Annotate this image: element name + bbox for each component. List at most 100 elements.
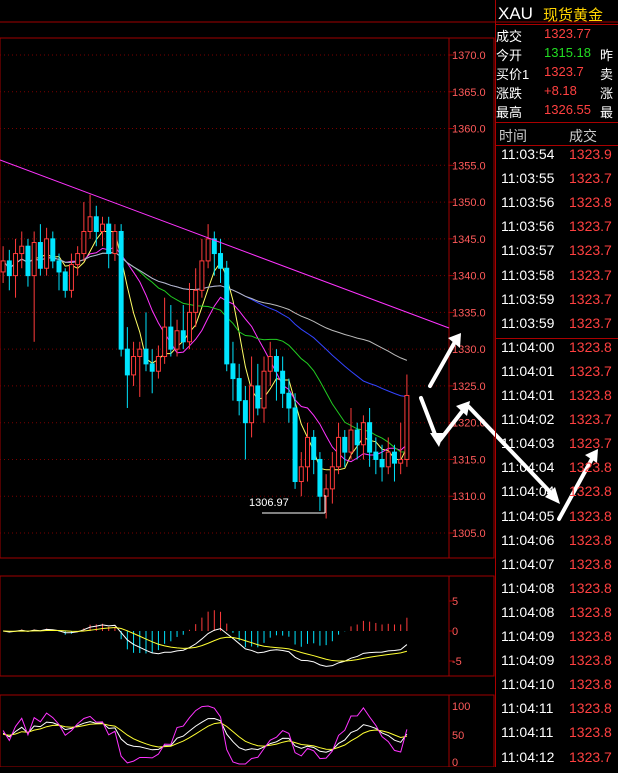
tick-row[interactable]: 11:04:09 1323.8 [499,628,618,652]
price-axis-label: 1365.0 [452,87,486,99]
candle-down [255,385,261,409]
candle-up [329,466,335,490]
price-axis-label: 1325.0 [452,381,486,393]
tick-time: 11:04:08 [501,603,555,620]
candle-down [218,253,224,269]
candle-down [242,400,248,424]
tick-row[interactable]: 11:04:10 1323.8 [499,676,618,700]
kdj-indicator [2,705,408,765]
quote-value: 1315.18 [544,45,591,60]
tick-time: 11:03:54 [501,146,555,162]
macd-axis-labels: 5 0 -5 [449,596,462,668]
tick-row[interactable]: 11:04:07 1323.8 [499,556,618,580]
candle-down [367,422,373,453]
candle-up [385,451,391,468]
quote-label-2: 最 [600,105,614,120]
price-axis-label: 1330.0 [452,344,486,356]
candle-up [131,356,137,376]
candle-up [305,436,310,468]
quote-row-change: 涨跌 +8.18 涨 [496,83,618,102]
tick-row[interactable]: 11:04:08 1323.8 [499,604,618,628]
kdj-axis-label: 0 [452,757,458,767]
macd-axis-label: -5 [452,656,462,668]
candle-down [230,363,236,380]
tick-row[interactable]: 11:04:11 1323.8 [499,700,618,724]
candle-down [25,245,31,277]
price-axis-label: 1360.0 [452,124,486,136]
candle-down [168,326,174,350]
tick-row[interactable]: 11:04:08 1323.8 [499,580,618,604]
candle-up [44,238,50,269]
tick-time: 11:04:01 [501,362,555,379]
tick-row[interactable]: 11:03:55 1323.7 [499,170,618,194]
candle-down [391,451,397,464]
tick-row[interactable]: 11:04:04 1323.8 [499,459,618,483]
tick-row[interactable]: 11:04:00 1323.8 [499,339,618,363]
tick-row[interactable]: 11:04:01 1323.8 [499,387,618,411]
tick-row[interactable]: 11:03:59 1323.7 [499,291,618,315]
tick-price: 1323.7 [569,435,612,452]
tick-price: 1323.7 [569,266,612,283]
quote-label: 成交 [496,29,523,44]
candle-down [93,216,99,232]
candle-down [50,238,56,262]
moving-averages [2,231,408,471]
symbol-name: 现货黄金 [543,7,604,24]
tick-time: 11:03:57 [501,242,555,259]
candle-down [317,458,323,497]
candle-up [31,242,37,277]
tick-time: 11:04:09 [501,652,555,669]
quote-row-high: 最高 1326.55 最 [496,102,618,121]
tick-row[interactable]: 11:03:58 1323.7 [499,267,618,291]
tick-row[interactable]: 11:03:59 1323.7 [499,315,618,339]
macd-panel [0,575,495,677]
candle-up [68,264,74,291]
price-axis-label: 1355.0 [452,160,486,172]
quote-value: 1323.77 [544,26,591,41]
macd-indicator [3,610,408,667]
tick-time: 11:03:56 [501,218,555,235]
candle-up [155,356,161,372]
tick-row[interactable]: 11:04:06 1323.8 [499,532,618,556]
tick-row[interactable]: 11:04:12 1323.7 [499,749,618,773]
tick-row[interactable]: 11:04:05 1323.8 [499,508,618,532]
kdj-panel [0,694,495,767]
quote-label: 最高 [496,105,523,120]
tick-row[interactable]: 11:03:57 1323.7 [499,242,618,266]
tick-price: 1323.9 [569,146,612,162]
price-axis-label: 1335.0 [452,307,486,319]
tick-row[interactable]: 11:04:02 1323.7 [499,411,618,435]
quote-title-row[interactable]: XAU 现货黄金 [495,2,618,25]
price-axis-label: 1350.0 [452,197,486,209]
tick-row[interactable]: 11:03:56 1323.8 [499,194,618,218]
tick-row[interactable]: 11:04:03 1323.7 [499,435,618,459]
candle-down [273,356,279,372]
tick-row[interactable]: 11:03:54 1323.9 [499,146,618,170]
candle-up [100,223,105,232]
kdj-axis-label: 50 [452,730,464,742]
tick-price: 1323.8 [569,724,612,741]
tick-row[interactable]: 11:03:56 1323.7 [499,218,618,242]
quote-row-open: 今开 1315.18 昨 [496,45,618,64]
tick-time: 11:04:09 [501,628,555,644]
price-axis-label: 1310.0 [452,491,486,503]
candles-group [0,194,410,519]
tick-row[interactable]: 11:04:04 1323.8 [499,483,618,507]
tick-price: 1323.7 [569,362,612,379]
quote-label-2: 昨 [600,48,614,63]
tick-time: 11:04:08 [501,579,555,596]
candle-down [280,370,286,394]
tick-time: 11:04:04 [501,459,555,476]
tick-price: 1323.7 [569,411,612,428]
tick-row[interactable]: 11:04:09 1323.8 [499,652,618,676]
tick-row[interactable]: 11:04:11 1323.8 [499,724,618,748]
quote-row-last: 成交 1323.77 [496,26,618,45]
price-axis-label: 1340.0 [452,271,486,283]
low-price-label: 1306.97 [249,497,289,509]
candle-up [336,436,342,468]
tick-price: 1323.8 [569,652,612,669]
tick-time: 11:04:07 [501,555,555,572]
tick-row[interactable]: 11:04:01 1323.7 [499,363,618,387]
tick-price: 1323.7 [569,314,612,331]
tick-price: 1323.8 [569,531,612,548]
